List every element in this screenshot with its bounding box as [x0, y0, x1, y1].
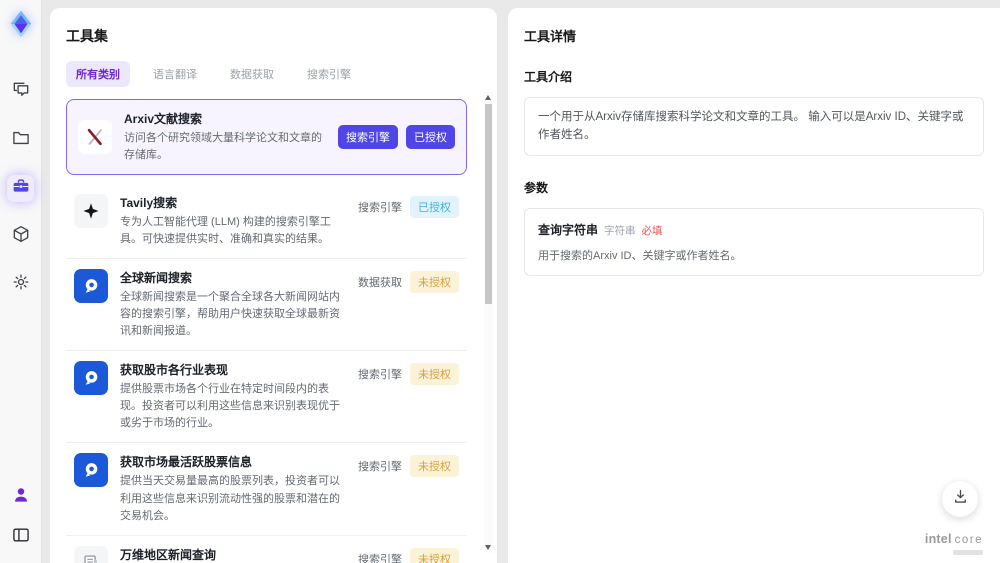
- toolset-title: 工具集: [66, 28, 108, 44]
- rail-button-gear-icon[interactable]: [7, 271, 34, 298]
- chat-icon: [11, 80, 31, 105]
- rail-button-panel-toggle-icon[interactable]: [7, 524, 34, 551]
- tool-text: 全球新闻搜索 全球新闻搜索是一个聚合全球各大新闻网站内容的搜索引擎，帮助用户快速…: [120, 269, 346, 340]
- rail-bottom: [7, 484, 34, 551]
- parameter-type: 字符串: [604, 224, 636, 237]
- tool-category-badge: 搜索引擎: [358, 369, 402, 382]
- panel-toggle-icon: [11, 525, 31, 550]
- parameter-name: 查询字符串: [538, 222, 599, 237]
- intro-heading: 工具介绍: [524, 70, 573, 84]
- tool-status-badge: 已授权: [410, 196, 459, 219]
- tool-category-badge: 搜索引擎: [358, 202, 402, 215]
- cube-icon: [11, 224, 31, 249]
- app-logo-icon: [6, 9, 36, 39]
- tool-status-badge: 未授权: [410, 547, 459, 563]
- tool-category-badge: 搜索引擎: [358, 553, 402, 563]
- tool-list-item[interactable]: Tavily搜索 专为人工智能代理 (LLM) 构建的搜索引擎工具。可快速提供实…: [66, 184, 467, 260]
- tab-1[interactable]: 语言翻译: [143, 61, 207, 87]
- tool-text: 万维地区新闻查询 查询具体行政区划内的新闻，快速了解各地新闻动: [120, 546, 346, 563]
- tool-status-badge: 已授权: [406, 125, 455, 150]
- tool-list-item[interactable]: 万维地区新闻查询 查询具体行政区划内的新闻，快速了解各地新闻动 搜索引擎 未授权: [66, 535, 467, 563]
- tool-status-badge: 未授权: [410, 455, 459, 478]
- tool-title: 获取股市各行业表现: [120, 363, 229, 378]
- tool-status-badge: 未授权: [410, 271, 459, 294]
- tab-3[interactable]: 搜索引擎: [297, 61, 361, 87]
- toolbox-icon: [11, 176, 31, 201]
- download-button[interactable]: [942, 481, 978, 517]
- intro-text-box: 一个用于从Arxiv存储库搜索科学论文和文章的工具。 输入可以是Arxiv ID…: [524, 97, 984, 156]
- tool-list-item[interactable]: 获取市场最活跃股票信息 提供当天交易量最高的股票列表，投资者可以利用这些信息来识…: [66, 443, 467, 536]
- intel-core-logo: intel core: [924, 531, 983, 546]
- scroll-up-icon[interactable]: [485, 95, 491, 100]
- gear-icon: [11, 272, 31, 297]
- tool-title: Arxiv文献搜索: [124, 112, 203, 126]
- rail-button-folder-icon[interactable]: [7, 127, 34, 154]
- left-icon-rail: [0, 0, 42, 563]
- tool-category-badge: 搜索引擎: [358, 461, 402, 474]
- params-heading: 参数: [524, 180, 549, 195]
- tab-0[interactable]: 所有类别: [66, 61, 130, 87]
- user-avatar-icon: [11, 485, 31, 510]
- rail-button-cube-icon[interactable]: [7, 223, 34, 250]
- tool-list-item[interactable]: Arxiv文献搜索 访问各个研究领域大量科学论文和文章的存储库。 搜索引擎 已授…: [66, 99, 467, 176]
- parameter-header: 查询字符串 字符串 必填: [538, 221, 970, 238]
- scrollbar-thumb[interactable]: [485, 104, 492, 304]
- tool-text: 获取市场最活跃股票信息 提供当天交易量最高的股票列表，投资者可以利用这些信息来识…: [120, 453, 346, 524]
- rail-button-toolbox-icon[interactable]: [7, 175, 34, 202]
- scroll-down-icon[interactable]: [485, 545, 491, 550]
- list-scrollbar[interactable]: [484, 92, 493, 553]
- globalnews-logo: [74, 453, 108, 488]
- rail-nav: [7, 79, 34, 298]
- tool-description: 提供股票市场各个行业在特定时间段内的表现。投资者可以利用这些信息来识别表现优于或…: [120, 383, 340, 430]
- download-icon: [951, 487, 970, 511]
- tool-badges: 搜索引擎 已授权: [358, 194, 459, 219]
- toolset-panel: 工具集 所有类别 语言翻译 数据获取 搜索引擎 Arxiv文献搜索 访问各个研究领域大…: [50, 8, 497, 563]
- rail-button-user-avatar-icon[interactable]: [7, 484, 34, 511]
- arxiv-logo: [78, 120, 112, 155]
- newspaper-icon: [74, 545, 108, 563]
- category-tabs: 所有类别 语言翻译 数据获取 搜索引擎: [66, 61, 481, 87]
- tool-list-item[interactable]: 获取股市各行业表现 提供股票市场各个行业在特定时间段内的表现。投资者可以利用这些…: [66, 351, 467, 444]
- tool-description: 专为人工智能代理 (LLM) 构建的搜索引擎工具。可快速提供实时、准确和真实的结…: [120, 216, 331, 246]
- tool-details-panel: 工具详情 工具介绍 一个用于从Arxiv存储库搜索科学论文和文章的工具。 输入可…: [508, 8, 1000, 563]
- tool-badges: 搜索引擎 未授权: [358, 546, 459, 563]
- tool-category-badge: 数据获取: [358, 277, 402, 290]
- tool-list: Arxiv文献搜索 访问各个研究领域大量科学论文和文章的存储库。 搜索引擎 已授…: [66, 99, 481, 563]
- tool-text: 获取股市各行业表现 提供股票市场各个行业在特定时间段内的表现。投资者可以利用这些…: [120, 361, 346, 432]
- parameter-card: 查询字符串 字符串 必填 用于搜索的Arxiv ID、关键字或作者姓名。: [524, 207, 984, 276]
- details-title: 工具详情: [524, 29, 577, 44]
- parameter-required-badge: 必填: [641, 224, 663, 237]
- tool-category-badge: 搜索引擎: [338, 125, 398, 150]
- tool-text: Tavily搜索 专为人工智能代理 (LLM) 构建的搜索引擎工具。可快速提供实…: [120, 194, 346, 248]
- intel-logo-subtext: [953, 550, 983, 555]
- tool-title: 获取市场最活跃股票信息: [120, 455, 253, 470]
- tool-title: Tavily搜索: [120, 196, 178, 211]
- globalnews-logo: [74, 361, 108, 396]
- parameter-description: 用于搜索的Arxiv ID、关键字或作者姓名。: [538, 249, 742, 262]
- tool-title: 万维地区新闻查询: [120, 547, 217, 562]
- tool-badges: 搜索引擎 未授权: [358, 453, 459, 478]
- folder-icon: [11, 128, 31, 153]
- tool-text: Arxiv文献搜索 访问各个研究领域大量科学论文和文章的存储库。: [124, 110, 326, 164]
- tool-badges: 搜索引擎 已授权: [338, 125, 455, 150]
- tool-list-item[interactable]: 全球新闻搜索 全球新闻搜索是一个聚合全球各大新闻网站内容的搜索引擎，帮助用户快速…: [66, 259, 467, 352]
- rail-button-chat-icon[interactable]: [7, 79, 34, 106]
- tool-title: 全球新闻搜索: [120, 271, 193, 286]
- tool-description: 全球新闻搜索是一个聚合全球各大新闻网站内容的搜索引擎，帮助用户快速获取全球最新资…: [120, 291, 340, 338]
- sparkle-logo: [74, 194, 108, 229]
- tab-2[interactable]: 数据获取: [220, 61, 284, 87]
- tool-badges: 数据获取 未授权: [358, 269, 459, 294]
- globalnews-logo: [74, 269, 108, 304]
- tool-description: 提供当天交易量最高的股票列表，投资者可以利用这些信息来识别流动性强的股票和潜在的…: [120, 475, 340, 522]
- tool-description: 访问各个研究领域大量科学论文和文章的存储库。: [124, 132, 322, 162]
- tool-badges: 搜索引擎 未授权: [358, 361, 459, 386]
- tool-status-badge: 未授权: [410, 363, 459, 386]
